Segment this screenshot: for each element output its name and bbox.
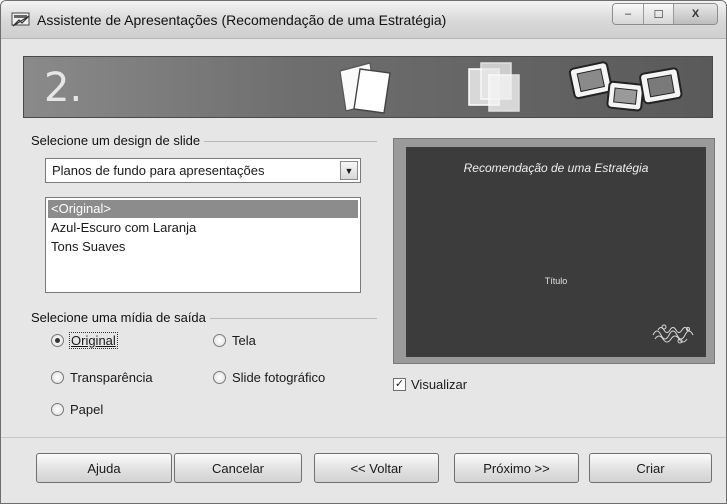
back-button[interactable]: << Voltar bbox=[314, 453, 439, 483]
wizard-window: Assistente de Apresentações (Recomendaçã… bbox=[0, 0, 727, 504]
minimize-button[interactable]: ‒ bbox=[613, 4, 643, 24]
radio-button-icon[interactable] bbox=[51, 334, 64, 347]
create-button[interactable]: Criar bbox=[589, 453, 712, 483]
window-controls: ‒ ☐ X bbox=[612, 3, 718, 25]
slide-preview-panel: Recomendação de uma Estratégia Título bbox=[393, 138, 715, 364]
radio-button-icon[interactable] bbox=[213, 334, 226, 347]
preview-slide: Recomendação de uma Estratégia Título bbox=[406, 147, 706, 357]
visualizar-label: Visualizar bbox=[411, 377, 468, 392]
photo-slides-icon bbox=[568, 61, 683, 112]
radio-slide-fotografico[interactable]: Slide fotográfico bbox=[213, 370, 325, 385]
checkmark-icon[interactable]: ✓ bbox=[393, 378, 406, 391]
radio-button-icon[interactable] bbox=[51, 371, 64, 384]
design-group-label: Selecione um design de slide bbox=[31, 133, 205, 148]
list-item[interactable]: Tons Suaves bbox=[48, 238, 358, 256]
radio-button-icon[interactable] bbox=[51, 403, 64, 416]
next-button[interactable]: Próximo >> bbox=[454, 453, 579, 483]
title-bar[interactable]: Assistente de Apresentações (Recomendaçã… bbox=[1, 1, 726, 39]
radio-label-slide-fotografico: Slide fotográfico bbox=[232, 370, 326, 385]
cancel-button[interactable]: Cancelar bbox=[174, 453, 302, 483]
wizard-banner: 2. bbox=[23, 56, 713, 118]
radio-papel[interactable]: Papel bbox=[51, 402, 103, 417]
radio-button-icon[interactable] bbox=[213, 371, 226, 384]
stacked-slides-icon bbox=[339, 62, 391, 114]
output-group-label: Selecione uma mídia de saída bbox=[31, 310, 210, 325]
close-button[interactable]: X bbox=[673, 4, 717, 24]
radio-label-tela: Tela bbox=[232, 333, 256, 348]
background-dropdown[interactable]: Planos de fundo para apresentações ▼ bbox=[45, 158, 361, 183]
window-title: Assistente de Apresentações (Recomendaçã… bbox=[37, 12, 447, 28]
overlapping-pages-icon bbox=[468, 62, 520, 112]
step-number: 2. bbox=[44, 65, 83, 111]
maximize-button[interactable]: ☐ bbox=[643, 4, 673, 24]
help-button[interactable]: Ajuda bbox=[36, 453, 172, 483]
footer-divider bbox=[1, 437, 726, 438]
radio-original[interactable]: Original bbox=[51, 332, 118, 349]
radio-tela[interactable]: Tela bbox=[213, 333, 256, 348]
preview-title: Recomendação de uma Estratégia bbox=[463, 161, 649, 175]
list-item[interactable]: Azul-Escuro com Laranja bbox=[48, 219, 358, 237]
chevron-down-icon[interactable]: ▼ bbox=[340, 161, 358, 180]
design-listbox[interactable]: <Original> Azul-Escuro com Laranja Tons … bbox=[45, 197, 361, 293]
decorative-pattern-icon bbox=[652, 324, 694, 344]
radio-transparencia[interactable]: Transparência bbox=[51, 370, 153, 385]
dropdown-selected-value: Planos de fundo para apresentações bbox=[52, 163, 265, 178]
radio-label-original: Original bbox=[69, 332, 118, 349]
radio-label-transparencia: Transparência bbox=[70, 370, 153, 385]
list-item[interactable]: <Original> bbox=[48, 200, 358, 218]
visualizar-checkbox[interactable]: ✓ Visualizar bbox=[393, 377, 467, 392]
presentation-app-icon bbox=[11, 12, 30, 27]
radio-label-papel: Papel bbox=[70, 402, 104, 417]
preview-subtitle: Título bbox=[544, 276, 568, 286]
